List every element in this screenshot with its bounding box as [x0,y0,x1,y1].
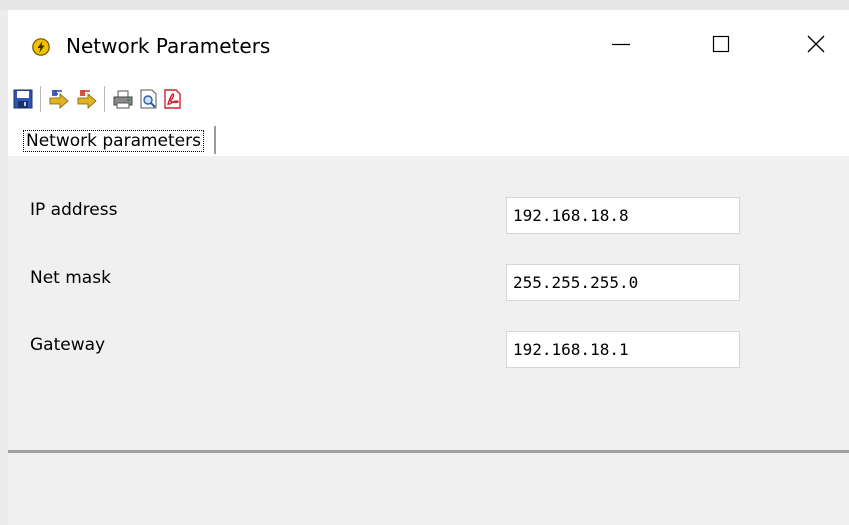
gateway-input[interactable] [506,331,740,368]
tab-strip: Network parameters [8,116,849,156]
maximize-icon [712,35,730,53]
import-icon[interactable] [48,88,70,110]
save-icon[interactable] [12,88,34,110]
minimize-button[interactable] [598,22,644,66]
toolbar-separator [104,86,106,112]
ip-address-input[interactable] [506,197,740,234]
tab-label: Network parameters [23,130,204,152]
maximize-button[interactable] [698,22,744,66]
minimize-icon [612,43,630,46]
tab-network-parameters[interactable]: Network parameters [11,126,216,154]
window-title: Network Parameters [66,34,271,58]
toolbar-separator [40,86,42,112]
toolbar [8,80,849,116]
pdf-export-icon[interactable] [162,88,184,110]
gateway-label: Gateway [30,335,106,355]
close-button[interactable] [793,22,839,66]
lightning-app-icon [32,38,50,56]
bottom-pane [8,453,849,525]
print-preview-icon[interactable] [138,88,160,110]
print-icon[interactable] [112,88,134,110]
net-mask-label: Net mask [30,268,111,288]
title-bar[interactable]: Network Parameters [8,10,849,80]
window-left-border [0,10,8,525]
network-parameters-panel: IP address Net mask Gateway [8,156,849,450]
export-icon[interactable] [76,88,98,110]
close-icon [807,35,825,53]
net-mask-input[interactable] [506,264,740,301]
ip-address-label: IP address [30,200,118,220]
